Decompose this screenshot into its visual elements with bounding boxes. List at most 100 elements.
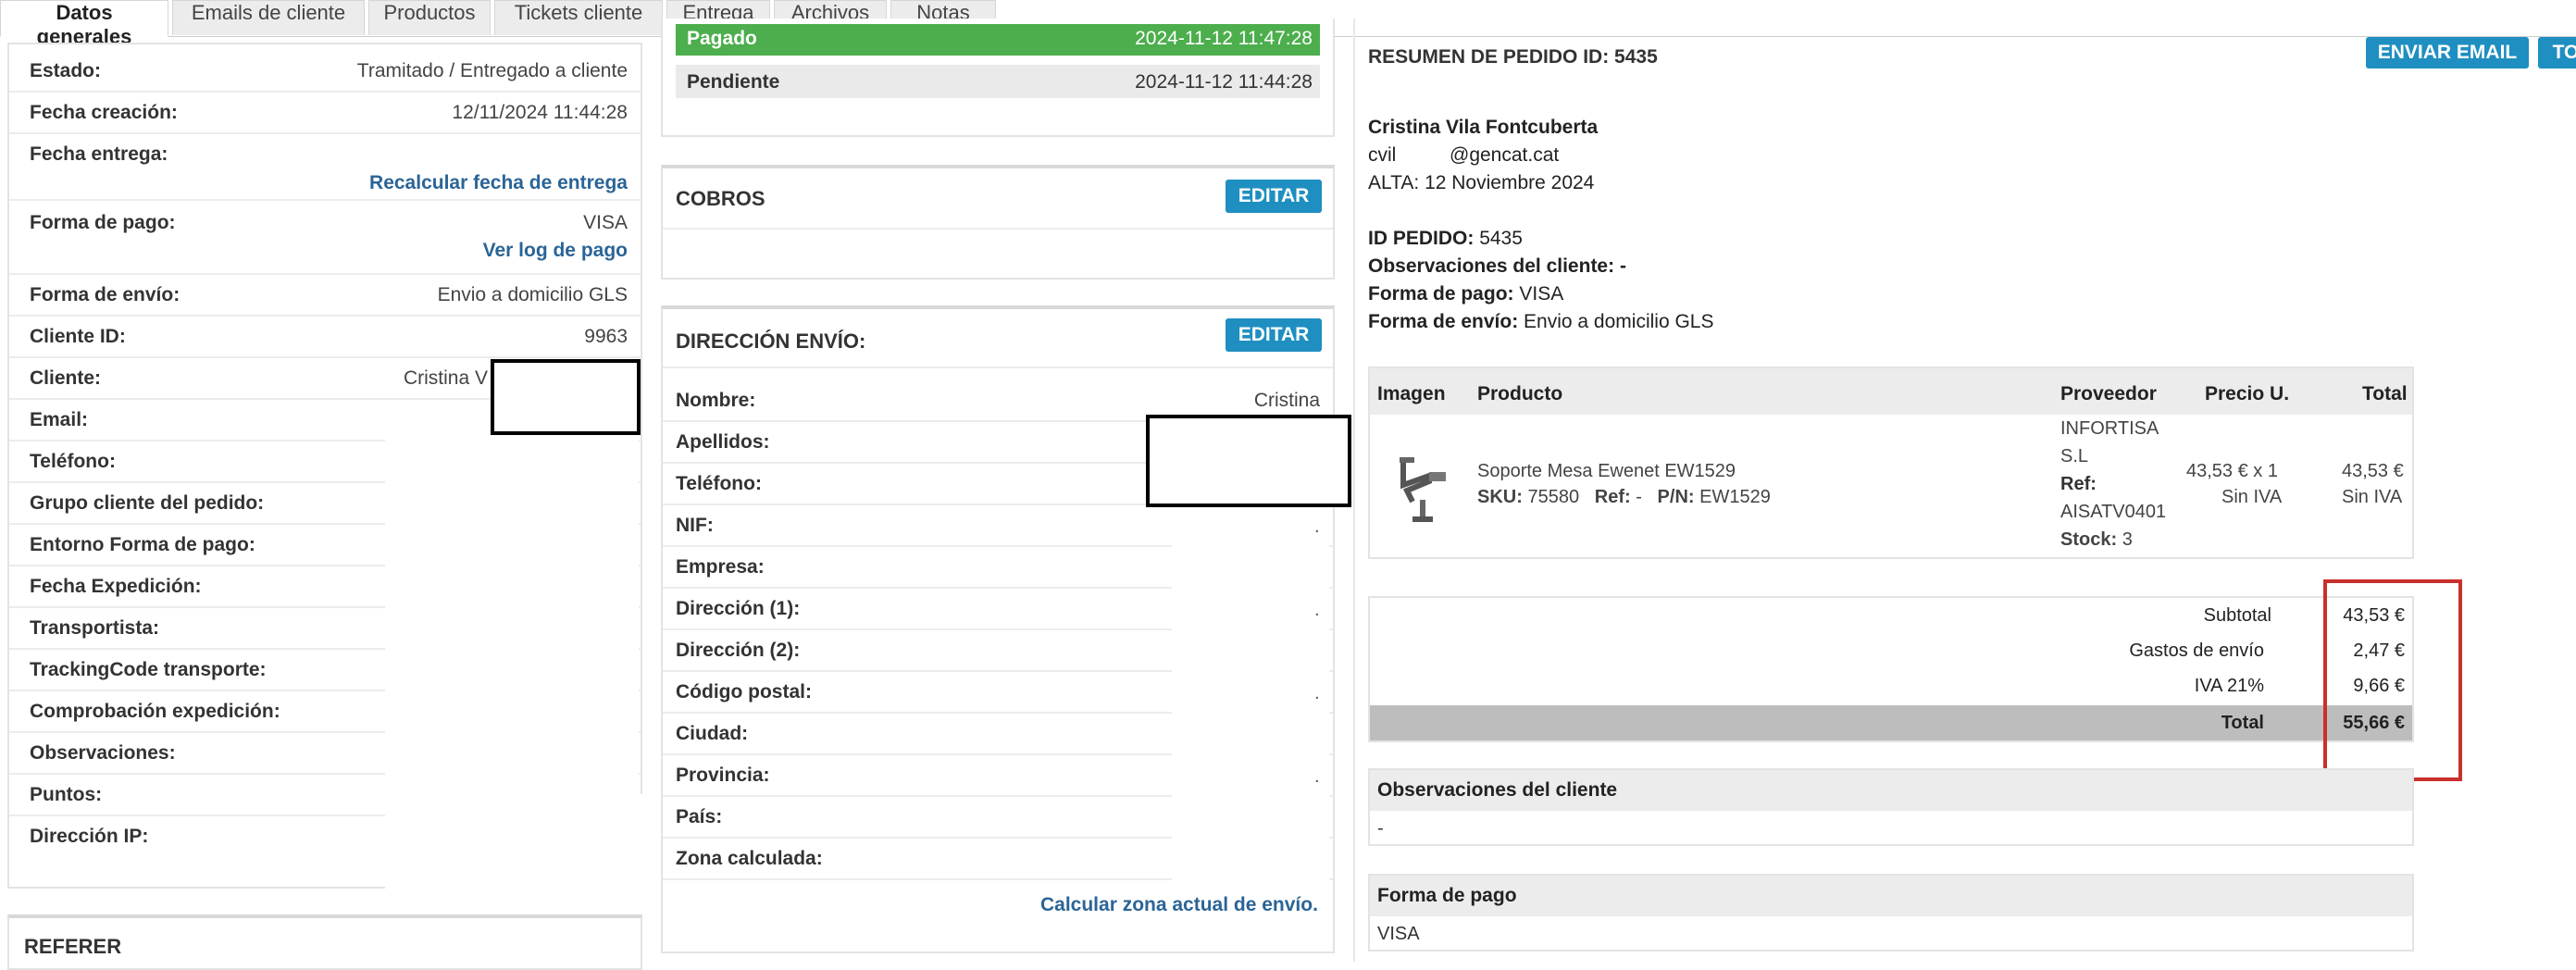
totals-table: Subtotal 43,53 € Gastos de envío 2,47 € … — [1368, 596, 2414, 742]
unit-price: 43,53 € x 1 — [2186, 461, 2278, 481]
customer-email-prefix: cvil — [1368, 144, 1397, 166]
customer-name: Cristina Vila Fontcuberta — [1368, 117, 1599, 138]
history-row-pending: Pendiente 2024-11-12 11:44:28 — [676, 65, 1320, 98]
label-email: Email: — [30, 409, 89, 430]
label-telefono: Teléfono: — [30, 451, 116, 472]
to-button[interactable]: TO — [2538, 37, 2576, 68]
header-imagen: Imagen — [1377, 383, 1446, 404]
subtotal-label: Subtotal — [2203, 605, 2271, 626]
label-fecha-entrega: Fecha entrega: — [30, 143, 168, 165]
label-nombre: Nombre: — [676, 390, 756, 411]
label-telefono-envio: Teléfono: — [676, 473, 762, 494]
customer-notes-header: Observaciones del cliente — [1370, 770, 2412, 811]
label-empresa: Empresa: — [676, 556, 765, 578]
column-divider — [1353, 19, 1355, 962]
product-table-header: Imagen Producto Proveedor Precio U. Tota… — [1370, 368, 2412, 415]
payment-method-box: Forma de pago VISA — [1368, 874, 2414, 951]
history-row-paid: Pagado 2024-11-12 11:47:28 — [676, 24, 1320, 56]
label-ciudad: Ciudad: — [676, 723, 749, 744]
label-entorno-pago: Entorno Forma de pago: — [30, 534, 255, 555]
value-forma-pago: VISA — [583, 212, 628, 233]
label-direccion-ip: Dirección IP: — [30, 826, 149, 847]
label-apellidos: Apellidos: — [676, 431, 770, 453]
product-image — [1400, 457, 1446, 522]
recalc-delivery-link[interactable]: Recalcular fecha de entrega — [369, 172, 628, 194]
tab-emails-cliente[interactable]: Emails de cliente — [172, 0, 365, 35]
iva-label: IVA 21% — [2194, 676, 2264, 696]
customer-alta: ALTA: 12 Noviembre 2024 — [1368, 172, 1595, 193]
redaction-box — [491, 359, 641, 435]
label-direccion-1: Dirección (1): — [676, 598, 801, 619]
send-email-button[interactable]: ENVIAR EMAIL — [2366, 37, 2529, 68]
history-label-pending: Pendiente — [687, 71, 780, 93]
order-obs-line: Observaciones del cliente: - — [1368, 255, 1626, 277]
edit-address-button[interactable]: EDITAR — [1226, 318, 1322, 352]
value-forma-envio: Envio a domicilio GLS — [437, 284, 628, 305]
customer-notes-title: Observaciones del cliente — [1377, 779, 1618, 801]
divider — [663, 367, 1333, 368]
row-fecha-creacion: Fecha creación: 12/11/2024 11:44:28 — [9, 93, 641, 134]
label-forma-envio: Forma de envío: — [30, 284, 180, 305]
label-pais: País: — [676, 806, 723, 827]
customer-notes-box: Observaciones del cliente - — [1368, 768, 2414, 846]
order-envio-line: Forma de envío: Envio a domicilio GLS — [1368, 311, 1714, 332]
header-producto: Producto — [1477, 383, 1563, 404]
label-tracking-code: TrackingCode transporte: — [30, 659, 267, 680]
tab-tickets-cliente[interactable]: Tickets cliente — [494, 0, 663, 35]
row-estado: Estado: Tramitado / Entregado a cliente — [9, 51, 641, 93]
provider-ref: AISATV0401 — [2060, 502, 2167, 522]
value-fecha-creacion: 12/11/2024 11:44:28 — [452, 102, 628, 123]
value-estado: Tramitado / Entregado a cliente — [356, 60, 628, 81]
label-fecha-creacion: Fecha creación: — [30, 102, 178, 123]
product-codes: SKU: 75580 Ref: - P/N: EW1529 — [1477, 487, 1771, 507]
payment-method-value: VISA — [1377, 924, 1420, 944]
redacted-glyph: . — [1314, 600, 1320, 620]
divider — [663, 228, 1333, 230]
redacted-glyph: . — [1314, 516, 1320, 537]
label-provincia: Provincia: — [676, 765, 770, 786]
label-comprobacion: Comprobación expedición: — [30, 701, 280, 722]
status-history-panel: Pagado 2024-11-12 11:47:28 Pendiente 202… — [661, 19, 1335, 137]
history-date-pending: 2024-11-12 11:44:28 — [1135, 71, 1313, 93]
label-direccion-2: Dirección (2): — [676, 640, 801, 661]
cobros-title: COBROS — [676, 187, 765, 210]
payment-method-header: Forma de pago — [1370, 876, 2412, 916]
redaction-mask — [439, 794, 652, 892]
provider-name-2: S.L — [2060, 446, 2089, 466]
header-proveedor: Proveedor — [2060, 383, 2157, 404]
line-total: 43,53 € — [2342, 461, 2404, 481]
label-puntos: Puntos: — [30, 784, 103, 805]
tab-datos-generales[interactable]: Datos generales — [0, 0, 168, 48]
product-name: Soporte Mesa Ewenet EW1529 — [1477, 461, 1736, 481]
shipping-cost-label: Gastos de envío — [2129, 640, 2264, 661]
value-cliente-id: 9963 — [584, 326, 628, 347]
payment-log-link[interactable]: Ver log de pago — [483, 240, 628, 262]
history-label-paid: Pagado — [687, 28, 757, 49]
history-date-paid: 2024-11-12 11:47:28 — [1135, 28, 1313, 49]
label-cliente-id: Cliente ID: — [30, 326, 126, 347]
calc-zone-link[interactable]: Calcular zona actual de envío. — [1040, 894, 1318, 916]
label-fecha-expedicion: Fecha Expedición: — [30, 576, 202, 597]
label-estado: Estado: — [30, 60, 102, 81]
redacted-glyph: . — [1314, 683, 1320, 703]
total-label: Total — [2221, 713, 2264, 733]
header-precio: Precio U. — [2205, 383, 2290, 404]
label-grupo-cliente: Grupo cliente del pedido: — [30, 492, 265, 514]
edit-cobros-button[interactable]: EDITAR — [1226, 180, 1322, 213]
header-total: Total — [2362, 383, 2408, 404]
redaction-box — [1146, 415, 1351, 507]
shipping-address-title: DIRECCIÓN ENVÍO: — [676, 330, 866, 353]
tab-productos[interactable]: Productos — [368, 0, 491, 35]
provider-stock: Stock: 3 — [2060, 529, 2133, 550]
value-nombre: Cristina — [1253, 390, 1320, 411]
provider-ref-label: Ref: — [2060, 474, 2097, 494]
unit-price-note: Sin IVA — [2221, 487, 2283, 507]
value-cliente: Cristina V — [403, 367, 488, 389]
referer-title: REFERER — [24, 935, 122, 958]
label-nif: NIF: — [676, 515, 714, 536]
customer-email-domain: @gencat.cat — [1450, 144, 1560, 166]
label-zona-calculada: Zona calculada: — [676, 848, 823, 869]
order-id-line: ID PEDIDO: 5435 — [1368, 228, 1523, 249]
label-forma-pago: Forma de pago: — [30, 212, 176, 233]
redacted-glyph: . — [1314, 766, 1320, 787]
